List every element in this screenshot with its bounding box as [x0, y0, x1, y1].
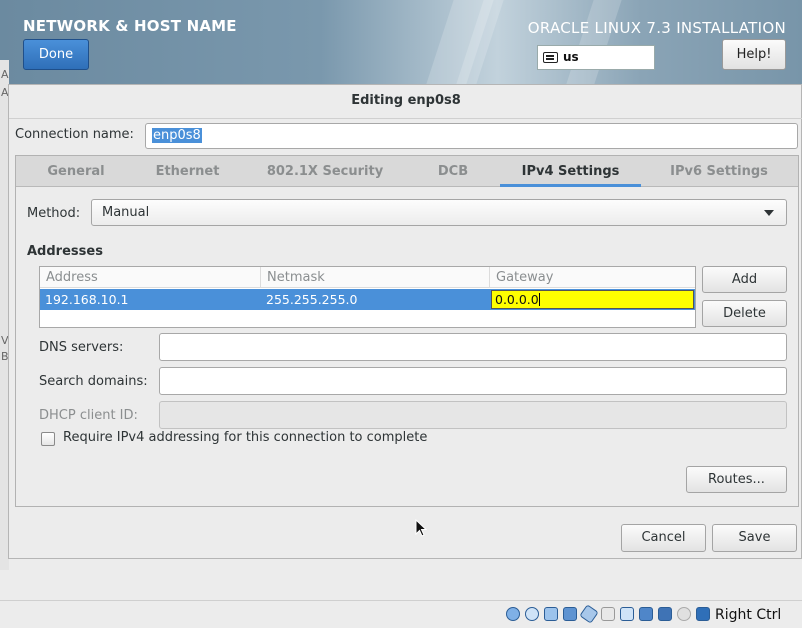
delete-address-button[interactable]: Delete	[702, 300, 787, 327]
tab-dcb[interactable]: DCB	[426, 156, 480, 187]
display-icon[interactable]	[620, 607, 634, 621]
routes-button[interactable]: Routes...	[686, 466, 787, 493]
save-button[interactable]: Save	[712, 524, 797, 552]
shared-folder-icon[interactable]	[601, 607, 615, 621]
tab-general[interactable]: General	[36, 156, 116, 187]
host-key-label: Right Ctrl	[715, 607, 782, 623]
tab-8021x-security[interactable]: 802.1X Security	[260, 156, 390, 187]
dialog-title: Editing enp0s8	[351, 93, 461, 108]
column-header-address[interactable]: Address	[40, 267, 261, 288]
network-icon[interactable]	[563, 607, 577, 621]
hard-disk-icon[interactable]	[506, 607, 520, 621]
optical-drive-icon[interactable]	[525, 607, 539, 621]
connection-name-input[interactable]: enp0s8	[145, 123, 798, 149]
gateway-value: 0.0.0.0	[495, 292, 539, 307]
tab-ethernet[interactable]: Ethernet	[141, 156, 234, 187]
spoke-title: NETWORK & HOST NAME	[23, 17, 237, 35]
table-row[interactable]: 192.168.10.1 255.255.255.0 0.0.0.0	[40, 289, 695, 310]
dhcp-client-id-input	[159, 401, 787, 429]
cancel-button[interactable]: Cancel	[621, 524, 706, 552]
edit-connection-dialog: Editing enp0s8 Connection name: enp0s8 G…	[8, 84, 802, 559]
tab-ipv6-settings[interactable]: IPv6 Settings	[663, 156, 775, 187]
column-header-netmask[interactable]: Netmask	[261, 267, 490, 288]
addresses-table[interactable]: Address Netmask Gateway 192.168.10.1 255…	[39, 266, 696, 328]
virtualization-icon[interactable]	[658, 607, 672, 621]
connection-name-value: enp0s8	[152, 128, 202, 143]
usb-icon[interactable]	[579, 604, 599, 624]
dns-servers-input[interactable]	[159, 333, 787, 361]
require-ipv4-label[interactable]: Require IPv4 addressing for this connect…	[63, 430, 427, 445]
method-value: Manual	[102, 205, 150, 220]
chevron-down-icon	[764, 210, 774, 216]
netmask-cell[interactable]: 255.255.255.0	[261, 289, 490, 310]
product-title: ORACLE LINUX 7.3 INSTALLATION	[527, 19, 786, 37]
dhcp-client-id-label: DHCP client ID:	[39, 408, 138, 423]
background-glyph: A	[1, 68, 9, 81]
tab-ipv4-settings[interactable]: IPv4 Settings	[500, 156, 641, 187]
tab-bar: General Ethernet 802.1X Security DCB IPv…	[16, 156, 798, 187]
keyboard-icon	[543, 52, 558, 63]
cpu-icon[interactable]	[677, 607, 691, 621]
gateway-cell-editor[interactable]: 0.0.0.0	[491, 290, 694, 309]
help-button[interactable]: Help!	[722, 39, 786, 70]
method-label: Method:	[27, 206, 81, 221]
vm-status-bar: Right Ctrl	[0, 600, 802, 628]
keyboard-layout-label: us	[563, 50, 579, 64]
video-capture-icon[interactable]	[639, 607, 653, 621]
text-cursor	[538, 293, 540, 306]
mouse-pointer-icon	[415, 519, 427, 537]
add-address-button[interactable]: Add	[702, 266, 787, 293]
done-button[interactable]: Done	[23, 39, 89, 70]
dns-servers-label: DNS servers:	[39, 340, 124, 355]
keyboard-layout-indicator[interactable]: us	[537, 45, 655, 70]
keyboard-capture-icon[interactable]	[696, 607, 710, 621]
settings-notebook: General Ethernet 802.1X Security DCB IPv…	[15, 155, 799, 507]
installer-header: NETWORK & HOST NAME Done ORACLE LINUX 7.…	[0, 0, 802, 84]
method-dropdown[interactable]: Manual	[91, 199, 787, 226]
audio-icon[interactable]	[544, 607, 558, 621]
column-header-gateway[interactable]: Gateway	[490, 267, 695, 288]
addresses-heading: Addresses	[27, 244, 103, 259]
search-domains-label: Search domains:	[39, 374, 148, 389]
require-ipv4-checkbox[interactable]	[41, 432, 55, 446]
connection-name-label: Connection name:	[15, 127, 134, 142]
search-domains-input[interactable]	[159, 367, 787, 395]
address-cell[interactable]: 192.168.10.1	[40, 289, 261, 310]
divider	[9, 118, 802, 119]
